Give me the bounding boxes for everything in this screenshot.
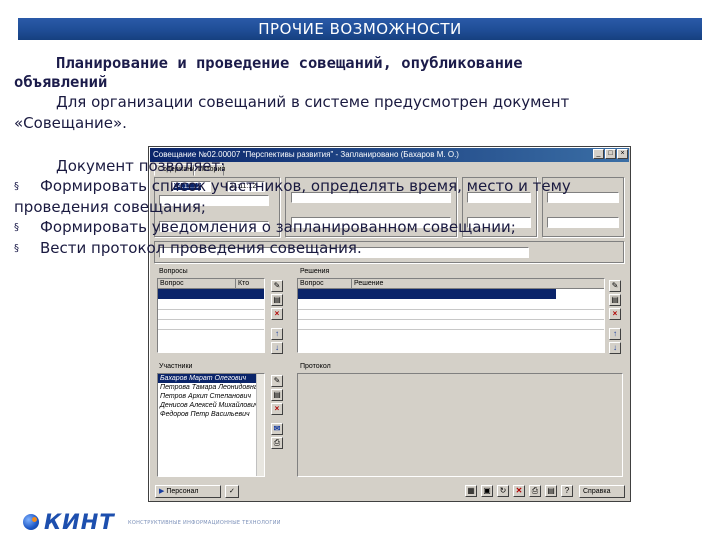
protocol-memo[interactable] — [297, 373, 623, 477]
participants-add-icon[interactable]: ▤ — [271, 389, 283, 401]
participant-item[interactable]: Бахаров Марат Олегович — [158, 374, 264, 383]
participants-scrollbar[interactable] — [256, 374, 264, 476]
intro-line-1: Для организации совещаний в системе пред… — [56, 93, 570, 111]
participants-label: Участники — [158, 363, 194, 371]
decisions-grid[interactable]: Вопрос Решение — [297, 278, 605, 353]
participant-item[interactable]: Денисов Алексей Михайлович — [158, 401, 264, 410]
bullet-icon: § — [14, 181, 19, 192]
agenda-delete-icon[interactable]: × — [271, 308, 283, 320]
heading-line-2: объявлений — [14, 73, 108, 91]
decisions-delete-icon[interactable]: × — [609, 308, 621, 320]
list-item: § Вести протокол проведения совещания. — [14, 239, 362, 257]
protocol-label: Протокол — [299, 363, 332, 371]
intro-paragraph: Для организации совещаний в системе пред… — [14, 92, 704, 134]
list-item: § Формировать уведомления о запланированн… — [14, 218, 516, 236]
participant-item[interactable]: Петров Архип Степанович — [158, 392, 264, 401]
company-logo-icon — [23, 514, 39, 530]
decisions-selected-row[interactable] — [298, 289, 556, 299]
capabilities-list: Документ позволяет: § Формировать список … — [14, 156, 704, 259]
company-tagline: КОНСТРУКТИВНЫЕ ИНФОРМАЦИОННЫЕ ТЕХНОЛОГИИ — [128, 520, 281, 526]
agenda-grid[interactable]: Вопрос Кто — [157, 278, 265, 353]
list-item: § Формировать список участников, определя… — [14, 177, 571, 195]
decisions-up-icon[interactable]: ↑ — [609, 328, 621, 340]
decisions-col-decision[interactable]: Решение — [352, 279, 604, 289]
save-icon[interactable]: ▦ — [465, 485, 477, 497]
intro-line-2: «Совещание». — [14, 114, 127, 132]
agenda-up-icon[interactable]: ↑ — [271, 328, 283, 340]
agenda-add-icon[interactable]: ▤ — [271, 294, 283, 306]
company-logo-name: КИНТ — [44, 510, 115, 534]
bullet-icon: § — [14, 243, 19, 254]
decisions-down-icon[interactable]: ↓ — [609, 342, 621, 354]
decisions-add-icon[interactable]: ▤ — [609, 294, 621, 306]
heading-line-1: Планирование и проведение совещаний, опу… — [56, 54, 523, 72]
list-item-continuation: проведения совещания; — [14, 198, 206, 216]
print-icon[interactable]: ⎙ — [529, 485, 541, 497]
folder-icon[interactable]: ▣ — [481, 485, 493, 497]
agenda-col-who[interactable]: Кто — [236, 279, 264, 289]
participants-edit-icon[interactable]: ✎ — [271, 375, 283, 387]
participants-delete-icon[interactable]: × — [271, 403, 283, 415]
participants-list[interactable]: Бахаров Марат Олегович Петрова Тамара Ле… — [157, 373, 265, 477]
tools-icon[interactable]: ✕ — [513, 485, 525, 497]
agenda-edit-icon[interactable]: ✎ — [271, 280, 283, 292]
refresh-icon[interactable]: ↻ — [497, 485, 509, 497]
agenda-label: Вопросы — [158, 268, 189, 276]
help-button[interactable]: Справка — [579, 485, 625, 498]
attach-icon[interactable]: ▤ — [545, 485, 557, 497]
personnel-button[interactable]: ▶ Персонал — [155, 485, 221, 498]
help-icon[interactable]: ? — [561, 485, 573, 497]
participant-item[interactable]: Петрова Тамара Леонидовна — [158, 383, 264, 392]
participants-print-icon[interactable]: ⎙ — [271, 437, 283, 449]
agenda-col-question[interactable]: Вопрос — [158, 279, 236, 289]
decisions-edit-icon[interactable]: ✎ — [609, 280, 621, 292]
decisions-col-question[interactable]: Вопрос — [298, 279, 352, 289]
slide-header-banner: ПРОЧИЕ ВОЗМОЖНОСТИ — [18, 18, 702, 40]
participant-item[interactable]: Федоров Петр Васильевич — [158, 410, 264, 419]
bullet-icon: § — [14, 222, 19, 233]
participants-notify-icon[interactable]: ✉ — [271, 423, 283, 435]
list-lead: Документ позволяет: — [56, 157, 226, 175]
decisions-label: Решения — [299, 268, 331, 276]
agenda-down-icon[interactable]: ↓ — [271, 342, 283, 354]
confirm-check-button[interactable]: ✓ — [225, 485, 239, 498]
agenda-selected-row[interactable] — [158, 289, 264, 299]
section-heading: Планирование и проведение совещаний, опу… — [14, 54, 704, 92]
